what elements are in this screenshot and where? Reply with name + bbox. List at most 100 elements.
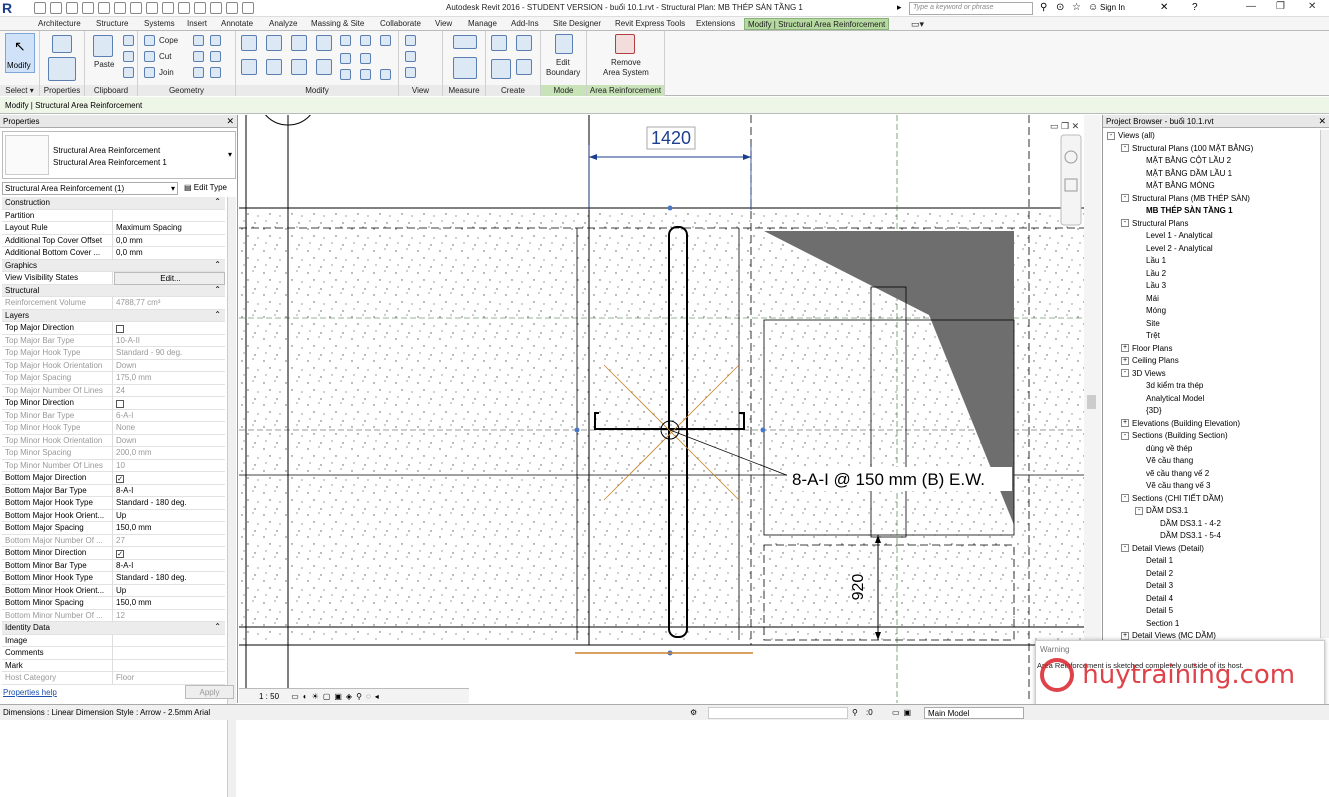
collapse-icon[interactable]: - <box>1107 131 1115 140</box>
tab-structure[interactable]: Structure <box>93 18 131 30</box>
demolish-icon[interactable] <box>193 67 204 78</box>
property-row[interactable]: Image <box>2 634 225 647</box>
property-row[interactable]: Bottom Minor Hook Orient... Up <box>2 584 225 598</box>
tree-item[interactable]: Site <box>1107 318 1317 331</box>
tree-item[interactable]: + Ceiling Plans <box>1107 355 1317 368</box>
property-row[interactable]: Top Minor Bar Type 6-A-I <box>2 409 225 423</box>
instance-selector[interactable]: Structural Area Reinforcement (1) ▾ <box>2 182 178 195</box>
checkbox[interactable]: ✓ <box>116 474 124 483</box>
workset-dropdown[interactable] <box>708 707 848 719</box>
tree-item[interactable]: Detail 3 <box>1107 580 1317 593</box>
tree-item[interactable]: - Sections (Building Section) <box>1107 430 1317 443</box>
property-section-header[interactable]: Structural ⌃ <box>2 284 225 297</box>
restore-icon[interactable]: ❐ <box>1276 1 1285 12</box>
property-value[interactable] <box>114 660 225 673</box>
paste-icon[interactable] <box>93 35 113 57</box>
edit-boundary-label-1[interactable]: Edit <box>556 58 570 67</box>
property-row[interactable]: Bottom Major Bar Type 8-A-I <box>2 484 225 497</box>
tree-item[interactable]: Vẽ cầu thang vế 3 <box>1107 480 1317 493</box>
property-checkbox[interactable]: ✓ <box>114 472 225 485</box>
property-row[interactable]: Bottom Minor Direction ✓ <box>2 547 225 560</box>
property-value[interactable]: 150,0 mm <box>114 522 225 535</box>
property-value[interactable]: Down <box>114 435 225 448</box>
property-checkbox[interactable] <box>114 397 225 410</box>
mirror-draw-icon[interactable] <box>316 35 332 51</box>
remove-area-label-2[interactable]: Area System <box>603 68 649 77</box>
cut-geometry-icon[interactable] <box>144 51 155 62</box>
property-section-header[interactable]: Construction ⌃ <box>2 197 225 210</box>
user-icon[interactable]: ☺ <box>1088 2 1098 13</box>
print-icon[interactable] <box>114 2 126 14</box>
tab-modify-area-reinforcement[interactable]: Modify | Structural Area Reinforcement <box>744 18 890 30</box>
tree-item[interactable]: vẽ cầu thang vế 2 <box>1107 468 1317 481</box>
measure-icon[interactable] <box>130 2 142 14</box>
tree-item[interactable]: Móng <box>1107 305 1317 318</box>
section-icon[interactable] <box>178 2 190 14</box>
navigation-bar[interactable] <box>1060 134 1082 226</box>
linework-icon[interactable] <box>405 67 416 78</box>
unpin-icon[interactable] <box>380 35 391 46</box>
sync-icon[interactable] <box>66 2 78 14</box>
offset-icon[interactable] <box>266 35 282 51</box>
property-value[interactable]: 27 <box>114 535 225 548</box>
array-icon[interactable] <box>340 53 351 64</box>
delete-icon[interactable] <box>380 69 391 80</box>
property-section-header[interactable]: Identity Data ⌃ <box>2 622 225 635</box>
tab-manage[interactable]: Manage <box>465 18 500 30</box>
tree-item[interactable]: - Views (all) <box>1107 130 1317 143</box>
modify-button[interactable]: ↖ Modify <box>5 33 35 73</box>
property-row[interactable]: Mark <box>2 659 225 673</box>
dimension-top-text[interactable]: 1420 <box>651 128 691 148</box>
property-row[interactable]: Bottom Major Hook Type Standard - 180 deg… <box>2 497 225 510</box>
property-value[interactable]: Up <box>114 585 225 598</box>
property-value[interactable] <box>114 647 225 660</box>
tab-analyze[interactable]: Analyze <box>266 18 300 30</box>
cope-button[interactable]: Cope <box>159 36 178 45</box>
collapse-icon[interactable]: - <box>1121 219 1129 228</box>
collapse-icon[interactable]: - <box>1121 431 1129 440</box>
override-graphics-icon[interactable] <box>405 51 416 62</box>
property-checkbox[interactable] <box>114 322 225 335</box>
property-row[interactable]: Layout Rule Maximum Spacing <box>2 222 225 235</box>
collapse-icon[interactable]: ⌃ <box>214 310 221 319</box>
collapse-icon[interactable]: ⌃ <box>214 260 221 269</box>
checkbox[interactable]: ✓ <box>116 549 124 558</box>
tree-item[interactable]: Detail 2 <box>1107 568 1317 581</box>
cut-icon[interactable] <box>123 35 134 46</box>
collapse-icon[interactable]: - <box>1121 194 1129 203</box>
property-value[interactable]: Down <box>114 360 225 373</box>
tab-add-ins[interactable]: Add-Ins <box>508 18 542 30</box>
create-similar-icon[interactable] <box>516 59 532 75</box>
design-option-dropdown[interactable]: Main Model <box>924 707 1024 719</box>
tree-item[interactable]: Lầu 1 <box>1107 255 1317 268</box>
tab-site-designer[interactable]: Site Designer <box>550 18 604 30</box>
property-value[interactable]: 0,0 mm <box>114 235 225 248</box>
property-value[interactable]: Standard - 180 deg. <box>114 572 225 585</box>
info-arrow-icon[interactable]: ▸ <box>897 2 902 13</box>
create-group-icon[interactable] <box>491 59 511 79</box>
tab-extensions[interactable]: Extensions <box>693 18 738 30</box>
property-row[interactable]: Bottom Minor Bar Type 8-A-I <box>2 559 225 572</box>
tree-item[interactable]: dùng về thép <box>1107 443 1317 456</box>
edit-type-button[interactable]: ▤ Edit Type <box>184 183 227 192</box>
property-row[interactable]: Top Major Bar Type 10-A-II <box>2 334 225 347</box>
close-icon[interactable]: ✕ <box>1318 115 1326 128</box>
plan-drawing[interactable]: 1420 920 8-A-I @ 150 mm (B) E.W. <box>239 115 1101 703</box>
paste-label[interactable]: Paste <box>94 60 114 69</box>
tab-view[interactable]: View <box>432 18 455 30</box>
tree-item[interactable]: - DẦM DS3.1 <box>1107 505 1317 518</box>
join-button[interactable]: Join <box>159 68 174 77</box>
dimension-side-text[interactable]: 920 <box>850 574 867 601</box>
tree-item[interactable]: Detail 5 <box>1107 605 1317 618</box>
property-row[interactable]: Top Minor Number Of Lines 10 <box>2 459 225 472</box>
tab-massing-site[interactable]: Massing & Site <box>308 18 367 30</box>
property-row[interactable]: Host Category Floor <box>2 672 225 685</box>
tab-annotate[interactable]: Annotate <box>218 18 256 30</box>
property-value[interactable]: 6-A-I <box>114 410 225 423</box>
drawing-canvas[interactable]: 1420 920 8-A-I @ 150 mm (B) E.W. ▭ ❐ ✕ <box>239 115 1101 703</box>
tree-item[interactable]: - Structural Plans (MB THÉP SÀN) <box>1107 193 1317 206</box>
pin-icon-2[interactable] <box>360 69 371 80</box>
property-row[interactable]: Comments <box>2 647 225 660</box>
subscription-icon[interactable]: ⊙ <box>1056 2 1064 13</box>
property-row[interactable]: Additional Bottom Cover ... 0,0 mm <box>2 247 225 260</box>
